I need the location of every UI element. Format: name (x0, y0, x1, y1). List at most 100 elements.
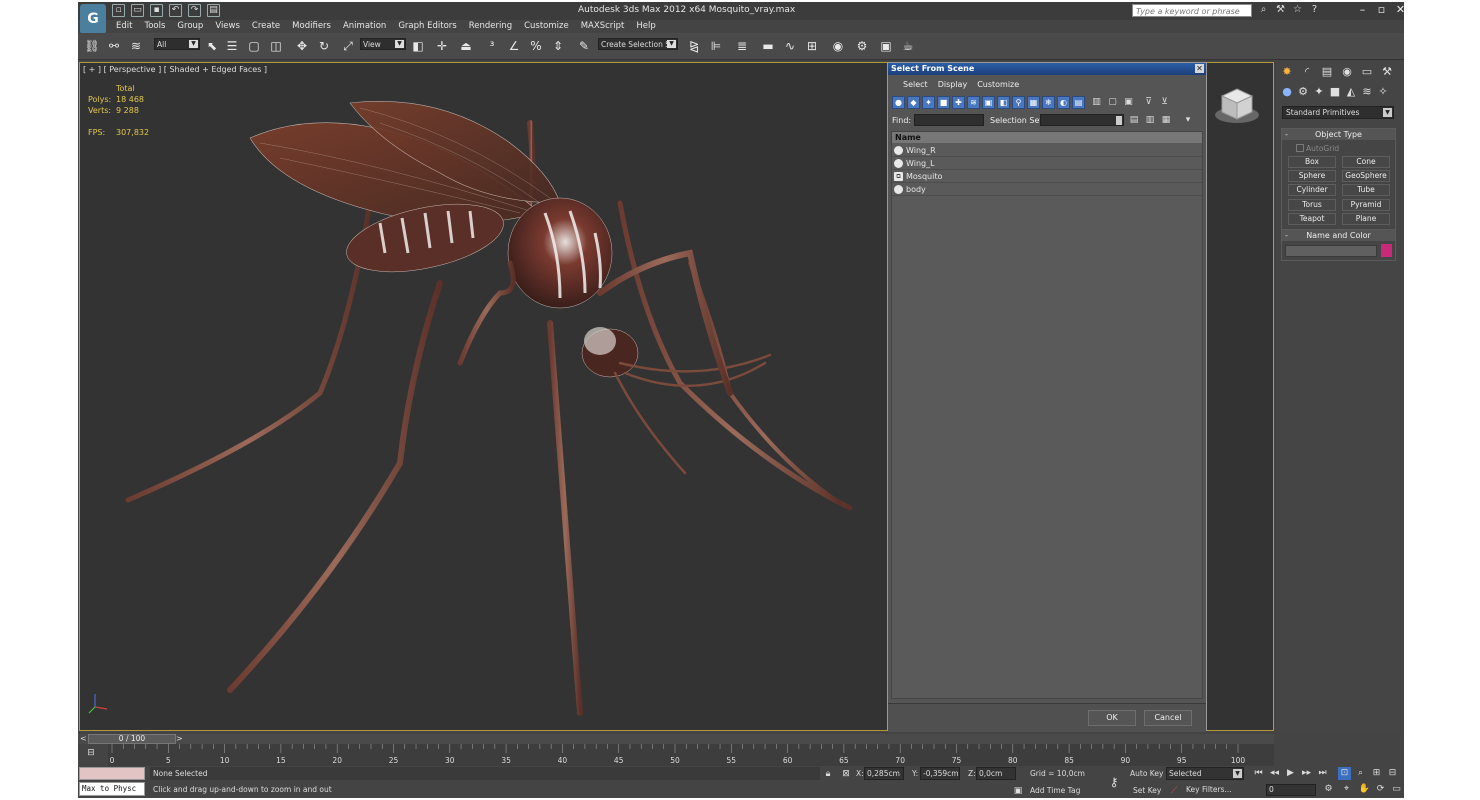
column-header-name[interactable]: Name (892, 132, 1202, 143)
display-xrefs-icon[interactable]: ◧ (997, 96, 1010, 109)
name-and-color-rollout-header[interactable]: - Name and Color (1282, 230, 1395, 241)
field-of-view-icon[interactable]: ⌖ (1340, 783, 1353, 796)
keyboard-shortcut-icon[interactable]: ⏏ (458, 38, 474, 54)
helpers-category-icon[interactable]: ◭ (1344, 85, 1358, 99)
select-by-name-icon[interactable]: ☰ (224, 38, 240, 54)
move-icon[interactable]: ✥ (294, 38, 310, 54)
object-type-rollout-header[interactable]: - Object Type (1282, 129, 1395, 140)
mirror-icon[interactable]: ⧎ (686, 38, 702, 54)
menu-group[interactable]: Group (171, 20, 209, 33)
select-none-icon[interactable]: ▥ (1144, 114, 1156, 126)
select-invert-icon[interactable]: ▦ (1160, 114, 1172, 126)
set-key-button[interactable]: Set Key (1133, 786, 1161, 795)
new-file-icon[interactable]: ▫ (112, 4, 125, 17)
restore-icon[interactable]: ▫ (1375, 3, 1388, 16)
orbit-icon[interactable]: ⟳ (1374, 783, 1387, 796)
display-all-icon[interactable]: ▤ (1072, 96, 1085, 109)
percent-snap-icon[interactable]: % (528, 38, 544, 54)
select-object-icon[interactable]: ⬉ (204, 38, 220, 54)
utilities-tab-icon[interactable]: ⚒ (1380, 65, 1394, 79)
select-all-icon[interactable]: ▤ (1128, 114, 1140, 126)
add-time-tag[interactable]: Add Time Tag (1030, 786, 1080, 795)
maximize-toggle-icon[interactable]: ⊟ (1386, 767, 1399, 780)
x-coord-field[interactable]: 0,285cm (864, 767, 904, 780)
render-setup-icon[interactable]: ⚙ (854, 38, 870, 54)
unlink-icon[interactable]: ⚯ (106, 38, 122, 54)
object-color-swatch[interactable] (1381, 244, 1392, 257)
zoom-extents-icon[interactable]: ⊡ (1338, 767, 1351, 780)
spinner-snap-icon[interactable]: ⇕ (550, 38, 566, 54)
plane-button[interactable]: Plane (1342, 213, 1390, 225)
project-folder-icon[interactable]: ▤ (207, 4, 220, 17)
angle-snap-icon[interactable]: ∠ (506, 38, 522, 54)
previous-frame-icon[interactable]: < (80, 734, 88, 744)
z-coord-field[interactable]: 0,0cm (976, 767, 1016, 780)
geosphere-button[interactable]: GeoSphere (1342, 170, 1390, 182)
create-tab-icon[interactable]: ✸ (1280, 65, 1294, 79)
display-groups-icon[interactable]: ▣ (982, 96, 995, 109)
absolute-mode-icon[interactable]: ⊠ (840, 768, 852, 780)
display-bones-icon[interactable]: ⚲ (1012, 96, 1025, 109)
window-crossing-icon[interactable]: ◫ (268, 38, 284, 54)
filter-options-icon[interactable]: ⊻ (1158, 96, 1171, 109)
display-hidden-icon[interactable]: ◐ (1057, 96, 1070, 109)
dialog-menu-customize[interactable]: Customize (972, 79, 1024, 91)
app-logo-button[interactable]: G (80, 4, 106, 34)
next-frame-icon[interactable]: > (176, 734, 184, 744)
search-input[interactable]: Type a keyword or phrase (1132, 4, 1252, 17)
auto-key-button[interactable]: Auto Key (1130, 769, 1163, 778)
mini-curve-editor-icon[interactable]: ⊟ (84, 748, 98, 760)
menu-maxscript[interactable]: MAXScript (575, 20, 631, 33)
scene-object-list[interactable]: Name Wing_R Wing_L ⧉ Mosquito body (891, 131, 1203, 699)
binoculars-icon[interactable]: ⌕ (1258, 4, 1269, 15)
selection-set-dropdown[interactable] (1040, 114, 1124, 126)
named-selection-set-dropdown[interactable]: Create Selection Se ▼ (598, 38, 678, 50)
display-geometry-icon[interactable]: ● (892, 96, 905, 109)
menu-views[interactable]: Views (209, 20, 246, 33)
minimize-icon[interactable]: – (1356, 3, 1369, 16)
display-helpers-icon[interactable]: ✚ (952, 96, 965, 109)
selection-filter-dropdown[interactable]: All ▼ (154, 38, 200, 50)
display-cameras-icon[interactable]: ■ (937, 96, 950, 109)
list-item[interactable]: Wing_L (892, 157, 1202, 170)
render-production-icon[interactable]: ☕ (900, 38, 916, 54)
go-to-end-icon[interactable]: ⏭ (1316, 767, 1329, 780)
object-category-dropdown[interactable]: Standard Primitives ▼ (1282, 106, 1394, 119)
list-item[interactable]: body (892, 183, 1202, 196)
align-icon[interactable]: ⊫ (708, 38, 724, 54)
menu-edit[interactable]: Edit (110, 20, 138, 33)
display-lights-icon[interactable]: ✦ (922, 96, 935, 109)
close-icon[interactable]: ✕ (1394, 3, 1404, 16)
motion-tab-icon[interactable]: ◉ (1340, 65, 1354, 79)
open-file-icon[interactable]: ▭ (131, 4, 144, 17)
rendered-frame-window-icon[interactable]: ▣ (878, 38, 894, 54)
key-filters-button[interactable]: Key Filters... (1186, 783, 1244, 796)
spacewarps-category-icon[interactable]: ≋ (1360, 85, 1374, 99)
menu-tools[interactable]: Tools (138, 20, 171, 33)
pivot-center-icon[interactable]: ◧ (410, 38, 426, 54)
menu-animation[interactable]: Animation (337, 20, 392, 33)
display-none-icon[interactable]: ▢ (1106, 96, 1119, 109)
set-keys-icon[interactable]: ⚷ (1104, 775, 1124, 789)
cameras-category-icon[interactable]: ■ (1328, 85, 1342, 99)
previous-frame-icon[interactable]: ◂◂ (1268, 767, 1281, 780)
cancel-button[interactable]: Cancel (1144, 710, 1192, 726)
autogrid-checkbox[interactable] (1296, 144, 1304, 152)
material-editor-icon[interactable]: ◉ (830, 38, 846, 54)
edit-named-selection-icon[interactable]: ✎ (576, 38, 592, 54)
selection-lock-icon[interactable]: 🔒︎ (822, 768, 834, 780)
maxscript-mini-listener-input[interactable]: Max to Physc (79, 782, 145, 796)
time-slider[interactable]: < 0 / 100 > (78, 734, 1274, 744)
maxscript-listener-output[interactable] (79, 767, 145, 780)
torus-button[interactable]: Torus (1288, 199, 1336, 211)
systems-category-icon[interactable]: ✧ (1376, 85, 1390, 99)
reference-coordinate-dropdown[interactable]: View ▼ (360, 38, 406, 50)
pan-view-icon[interactable]: ✋ (1358, 783, 1371, 796)
menu-graph-editors[interactable]: Graph Editors (392, 20, 462, 33)
menu-rendering[interactable]: Rendering (463, 20, 518, 33)
teapot-button[interactable]: Teapot (1288, 213, 1336, 225)
object-name-field[interactable] (1285, 245, 1377, 257)
rectangular-selection-icon[interactable]: ▢ (246, 38, 262, 54)
time-tag-icon[interactable]: ▣ (1012, 785, 1024, 797)
lights-category-icon[interactable]: ✦ (1312, 85, 1326, 99)
